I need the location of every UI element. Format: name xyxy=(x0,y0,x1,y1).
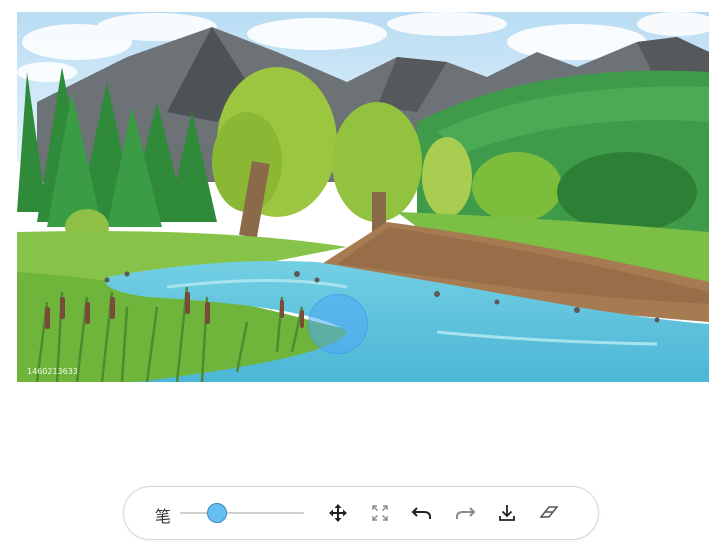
redo-button[interactable] xyxy=(452,500,478,526)
fit-screen-icon xyxy=(372,505,388,521)
fit-screen-button[interactable] xyxy=(367,500,393,526)
image-watermark: 1460213633 xyxy=(27,367,78,376)
toolbar: 笔 xyxy=(123,486,599,540)
redo-icon xyxy=(456,507,476,519)
brush-size-slider[interactable] xyxy=(180,512,304,514)
undo-icon xyxy=(411,507,431,519)
eraser-button[interactable] xyxy=(536,500,562,526)
brush-size-slider-knob[interactable] xyxy=(207,503,228,523)
undo-button[interactable] xyxy=(409,500,435,526)
move-button[interactable] xyxy=(325,500,351,526)
download-button[interactable] xyxy=(494,500,520,526)
eraser-icon xyxy=(539,506,559,518)
pen-label: 笔 xyxy=(155,507,172,526)
download-icon xyxy=(499,505,515,521)
brush-cursor xyxy=(308,294,368,354)
move-icon xyxy=(329,504,347,522)
